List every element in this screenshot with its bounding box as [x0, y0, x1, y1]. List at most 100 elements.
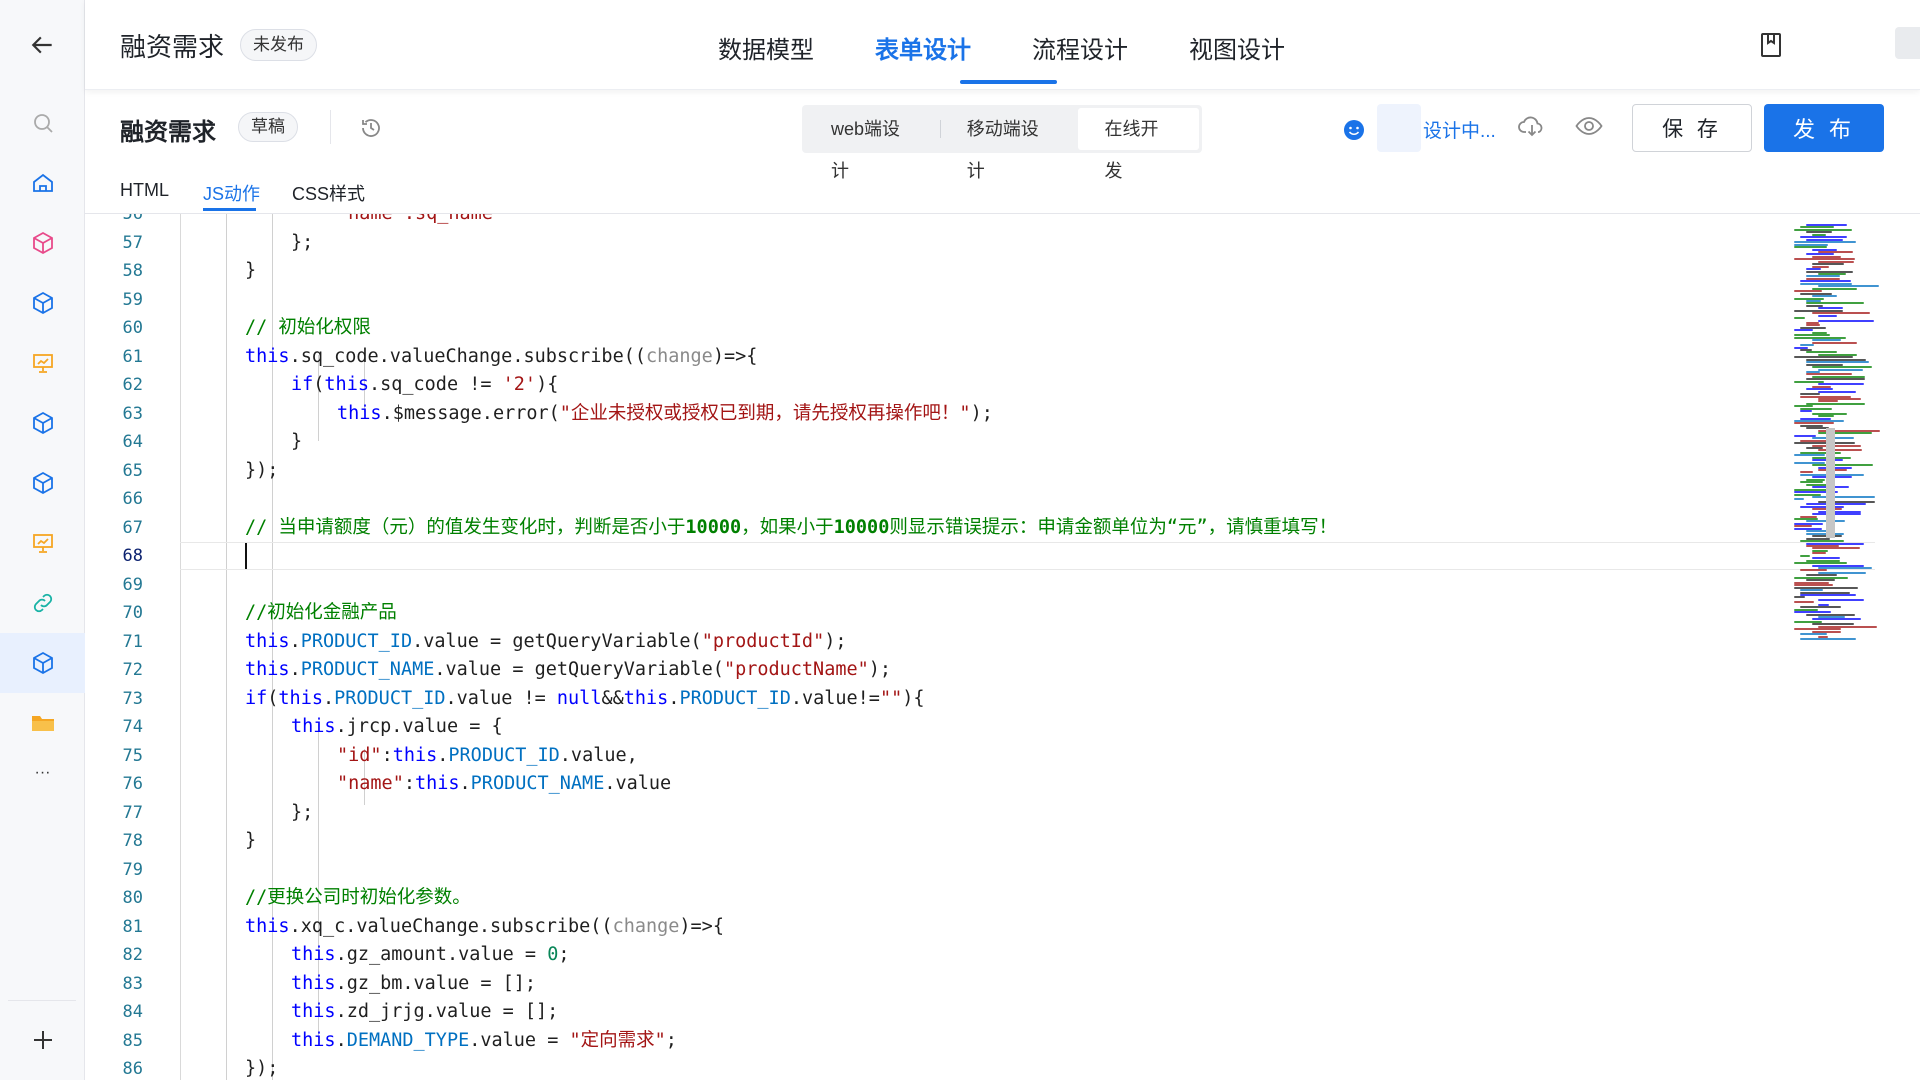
minimap-line: [1794, 498, 1805, 501]
toolbar-divider: [330, 110, 331, 144]
line-number: 68: [122, 546, 143, 566]
code-token: };: [291, 801, 314, 823]
sidebar-item-app-3[interactable]: [0, 333, 85, 393]
minimap-line: [1806, 503, 1867, 506]
code-token: ){: [536, 374, 559, 395]
tab-form-design[interactable]: 表单设计: [875, 30, 971, 65]
sidebar-item-app-5[interactable]: [0, 453, 85, 513]
code-token: "定向需求": [569, 1029, 666, 1051]
code-token: :: [381, 744, 393, 766]
code-token: this: [245, 659, 290, 680]
minimap-line: [1800, 606, 1842, 609]
code-token: .zd_jrjg.value = [];: [335, 1001, 559, 1022]
code-line: this.jrcp.value = {: [291, 713, 503, 741]
indent-guide: [226, 214, 227, 1080]
subtab-html[interactable]: HTML: [120, 180, 169, 201]
history-icon[interactable]: [360, 117, 382, 139]
code-line: this.PRODUCT_ID.value = getQueryVariable…: [245, 628, 847, 656]
code-token: change: [612, 915, 680, 937]
code-token: //初始化金融产品: [245, 602, 397, 623]
cube-icon: [32, 291, 53, 315]
gutter-border: [180, 214, 181, 1080]
minimap-line: [1794, 356, 1854, 359]
line-number: 71: [122, 631, 143, 652]
save-button[interactable]: 保 存: [1632, 104, 1752, 152]
tab-view-design[interactable]: 视图设计: [1189, 30, 1285, 65]
code-editor[interactable]: 56 "name":sq_name 57}; 58} 59 60 // 初始化权限 61 thi…: [85, 214, 1920, 1080]
line-number: 86: [122, 1059, 143, 1079]
more-icon[interactable]: ···: [0, 743, 85, 803]
code-token: 10000: [833, 516, 890, 538]
code-line: // 初始化权限: [245, 314, 371, 342]
sidebar-item-app-7[interactable]: [0, 573, 85, 633]
sidebar-item-home[interactable]: [0, 153, 85, 213]
code-token: 则显示错误提示：申请金额单位为“元”，请慎重填写！: [889, 516, 1338, 538]
code-token: }: [245, 830, 257, 851]
tab-data-model[interactable]: 数据模型: [718, 30, 814, 65]
sidebar-item-app-6[interactable]: [0, 513, 85, 573]
folder-icon: [31, 716, 54, 731]
code-line: }: [245, 257, 256, 285]
minimap-line: [1812, 341, 1858, 344]
code-token: )=>{: [679, 915, 724, 937]
code-token: PRODUCT_NAME: [300, 659, 435, 680]
minimap-line: [1812, 495, 1875, 498]
minimap[interactable]: [1790, 224, 1910, 644]
code-line: "id":this.PRODUCT_ID.value,: [337, 742, 638, 770]
code-token: ;: [558, 944, 570, 965]
code-token: ){: [902, 687, 925, 709]
minimap-line: [1800, 344, 1815, 347]
add-button[interactable]: [0, 1010, 85, 1070]
line-number: 73: [122, 688, 143, 709]
sidebar-item-app-2[interactable]: [0, 273, 85, 333]
minimap-line: [1812, 263, 1845, 266]
code-token: .value =: [469, 1029, 570, 1051]
avatar[interactable]: [1895, 27, 1920, 59]
line-number: 65: [122, 460, 143, 481]
mode-mobile-design[interactable]: 移动端设计: [941, 108, 1079, 181]
cloud-upload-icon[interactable]: [1518, 114, 1546, 138]
line-number: 69: [122, 574, 143, 595]
code-token: if: [291, 374, 314, 395]
minimap-line: [1800, 638, 1856, 641]
line-number: 74: [122, 717, 143, 737]
sidebar-item-app-8-active[interactable]: [0, 633, 85, 693]
code-token: };: [291, 231, 314, 253]
sidebar-item-app-1[interactable]: [0, 213, 85, 273]
code-line: // 当申请额度（元）的值发生变化时，判断是否小于10000，如果小于10000…: [245, 514, 1337, 542]
sidebar-item-app-4[interactable]: [0, 393, 85, 453]
code-token: //更换公司时初始化参数。: [245, 887, 471, 908]
code-token: (: [313, 374, 325, 395]
preview-eye-icon[interactable]: [1575, 116, 1603, 136]
minimap-line: [1818, 368, 1863, 371]
code-line: });: [245, 1055, 278, 1080]
minimap-line: [1800, 554, 1810, 557]
sidebar-search[interactable]: [0, 93, 85, 153]
minimap-scroll-thumb[interactable]: [1826, 428, 1835, 538]
code-token: PRODUCT_ID: [448, 744, 560, 766]
tab-flow-design[interactable]: 流程设计: [1032, 30, 1128, 65]
code-token: .value,: [559, 744, 638, 766]
subtab-css-styles[interactable]: CSS样式: [292, 180, 365, 206]
line-number: 84: [122, 1002, 143, 1022]
mode-web-design[interactable]: web端设计: [805, 108, 940, 181]
top-header: 融资需求 未发布 数据模型 表单设计 流程设计 视图设计: [85, 0, 1920, 90]
minimap-line: [1806, 402, 1866, 405]
minimap-line: [1818, 415, 1834, 418]
code-token: .value: [604, 773, 672, 794]
code-line: this.xq_c.valueChange.subscribe((change)…: [245, 913, 724, 941]
publish-button[interactable]: 发 布: [1764, 104, 1884, 152]
code-line: "name":this.PRODUCT_NAME.value: [337, 770, 671, 798]
app-title: 融资需求: [120, 32, 225, 62]
mode-online-dev[interactable]: 在线开发: [1078, 108, 1199, 181]
minimap-line: [1812, 513, 1861, 516]
minimap-line: [1794, 241, 1856, 244]
code-token: this: [291, 944, 336, 965]
subtab-js-actions[interactable]: JS动作: [203, 180, 260, 206]
code-token: );: [868, 659, 892, 680]
bookmark-icon[interactable]: [1760, 32, 1782, 58]
code-token: this: [623, 687, 669, 709]
plus-icon: [33, 1031, 52, 1049]
code-token: // 初始化权限: [245, 317, 371, 338]
back-button[interactable]: [0, 15, 85, 75]
